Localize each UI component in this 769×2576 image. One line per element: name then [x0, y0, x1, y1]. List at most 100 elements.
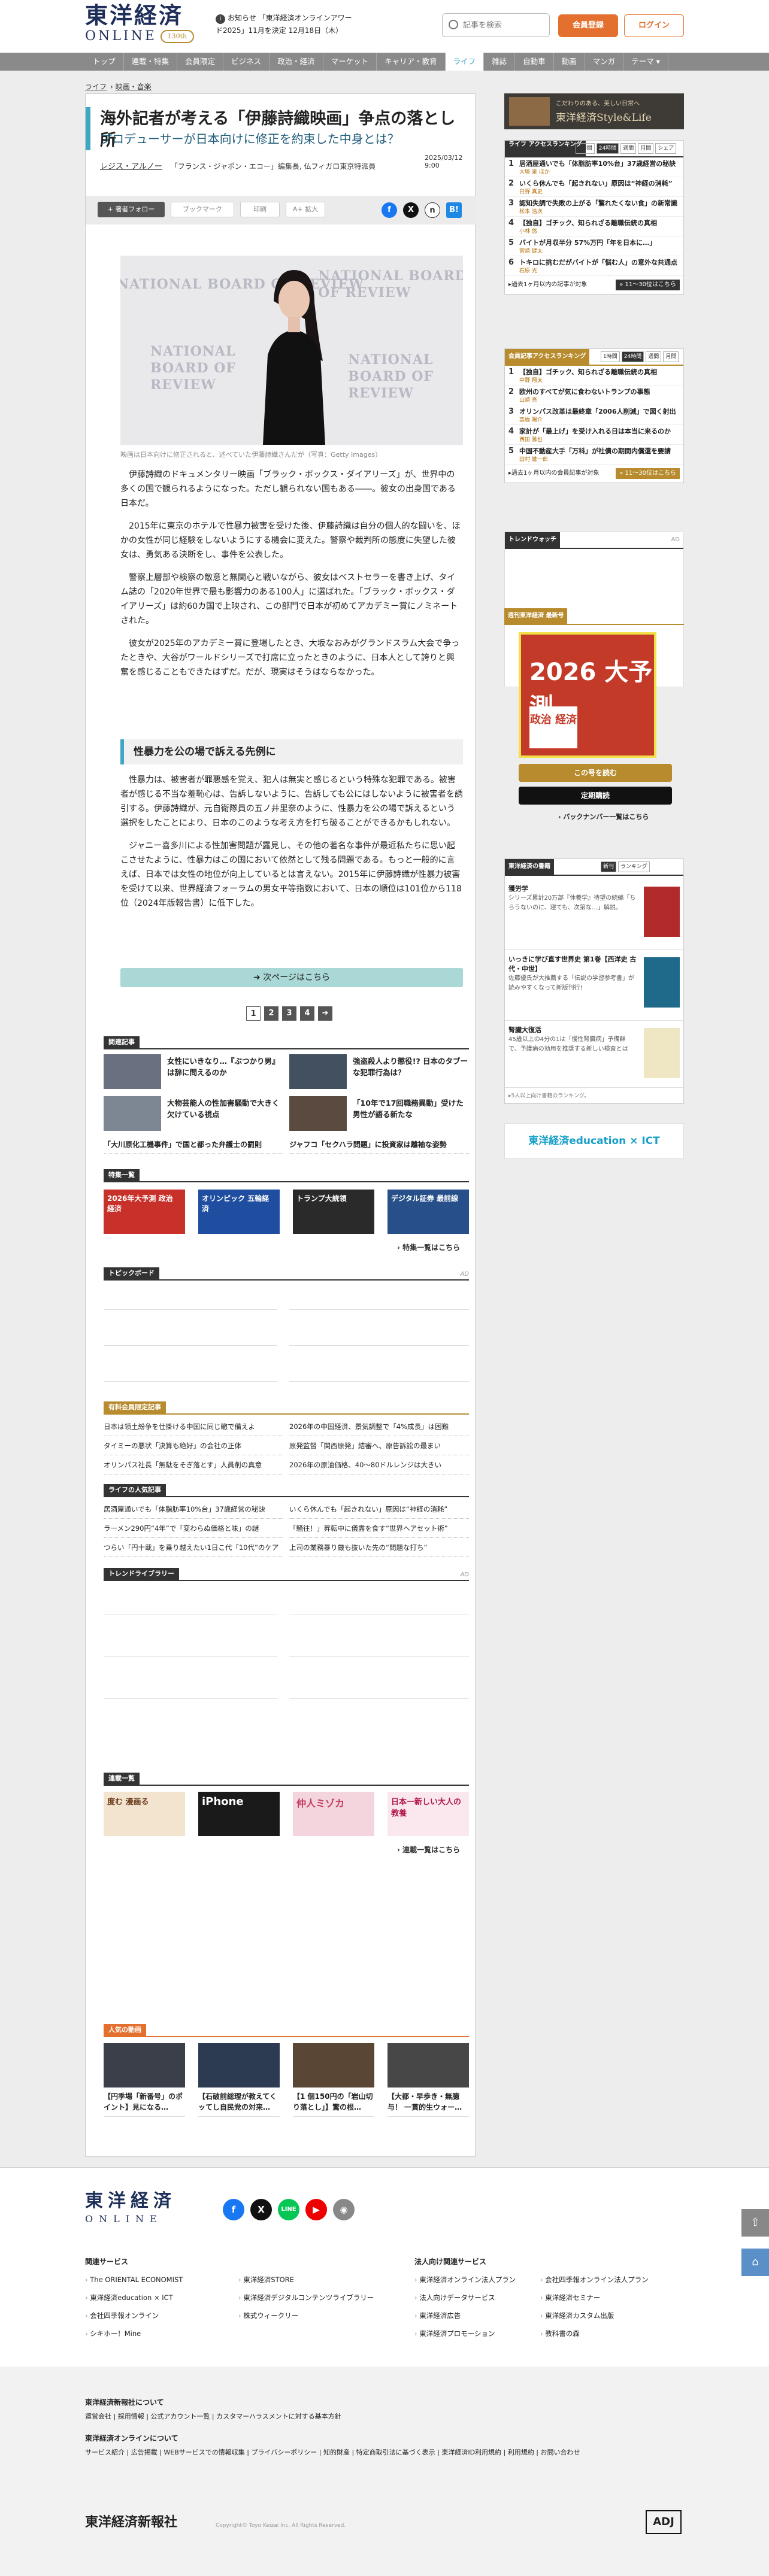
- member-article[interactable]: タイミーの悪状「決算も絶好」の会社の正体: [104, 1436, 283, 1455]
- ranking-tab[interactable]: 1時間: [576, 143, 595, 154]
- page-3[interactable]: 3: [282, 1006, 296, 1021]
- related-item[interactable]: 女性にいきなり…『ぶつかり男』は辞に問えるのか: [104, 1054, 283, 1090]
- series-card[interactable]: 度む 漫画る: [104, 1792, 185, 1836]
- nav-item[interactable]: 政治・経済: [270, 53, 323, 71]
- footer-link[interactable]: 法人向けデータサービス: [414, 2289, 516, 2307]
- footer-link[interactable]: シキホー！Mine: [85, 2325, 183, 2343]
- footer-link[interactable]: 東洋経済セミナー: [540, 2289, 649, 2307]
- ranking-tab[interactable]: 月間: [663, 351, 679, 362]
- footer-link[interactable]: 会社四季報オンライン法人プラン: [540, 2271, 649, 2289]
- member-article[interactable]: 2026年の中国経済、景気調整で「4%成長」は困難: [289, 1417, 469, 1436]
- ranking-tab[interactable]: 24時間: [596, 143, 619, 154]
- nav-item[interactable]: キャリア・教育: [377, 53, 446, 71]
- read-issue-button[interactable]: この号を読む: [519, 764, 672, 782]
- video-card[interactable]: 【1 個150円の「岩山切り落とし」】驚の根…: [293, 2043, 374, 2117]
- next-page-button[interactable]: ➜ 次ページはこちら: [120, 968, 463, 987]
- home-icon[interactable]: ⌂: [741, 2249, 769, 2276]
- life-popular-article[interactable]: いくら休んでも「起きれない」原因は“神経の消耗”: [289, 1500, 469, 1519]
- ranking-more-link[interactable]: » 11〜30位はこちら: [616, 280, 680, 290]
- nav-item[interactable]: マーケット: [323, 53, 377, 71]
- font-size-button[interactable]: A+ 拡大: [286, 202, 325, 217]
- related-item[interactable]: 大物芸能人の性加害騒動で大きく欠けている視点: [104, 1096, 283, 1132]
- ranking-item[interactable]: 3 認知失調で失敗の上がる「驚れたくない食」の新常識 松本 浩次: [505, 197, 683, 217]
- ranking-more-link[interactable]: » 11〜30位はこちら: [616, 468, 680, 479]
- ranking-item[interactable]: 1 【独自】ゴチック、知られざる離職伝統の真相 中野 翔太: [505, 366, 683, 386]
- ranking-item[interactable]: 5 バイトが月収半分 57%万円「年を日本に…」 宮崎 健太: [505, 236, 683, 256]
- member-article[interactable]: 2026年の原油価格、40〜80ドルレンジは大きい: [289, 1455, 469, 1474]
- footer-link[interactable]: 東洋経済STORE: [238, 2271, 374, 2289]
- nav-item[interactable]: 雑誌: [484, 53, 516, 71]
- ranking-item[interactable]: 4 【独自】ゴチック、知られざる離職伝統の真相 小林 悠: [505, 217, 683, 236]
- rss-icon[interactable]: ◉: [333, 2199, 355, 2220]
- video-card[interactable]: 【大都・早歩き・無臆与！ 一貫的生ウォー…: [387, 2043, 469, 2117]
- related-item[interactable]: 強盗殺人より懲役!? 日本のタブーな犯罪行為は？: [289, 1054, 469, 1090]
- ranking-item[interactable]: 6 トキロに挑むだがバイトが「悩む人」の意外な共通点 石原 光: [505, 256, 683, 276]
- hatena-icon[interactable]: B!: [446, 202, 462, 218]
- nav-item[interactable]: 動画: [554, 53, 585, 71]
- nav-item[interactable]: ビジネス: [223, 53, 270, 71]
- register-button[interactable]: 会員登録: [558, 14, 618, 37]
- education-ict-banner[interactable]: 東洋経済education × ICT: [504, 1123, 684, 1159]
- breadcrumb-life[interactable]: ライフ: [85, 83, 107, 91]
- series-card[interactable]: 仲人ミゾカ: [293, 1792, 374, 1836]
- nav-item[interactable]: マンガ: [585, 53, 624, 71]
- facebook-icon[interactable]: f: [382, 202, 397, 218]
- footer-link[interactable]: The ORIENTAL ECONOMIST: [85, 2271, 183, 2289]
- nav-item[interactable]: トップ: [85, 53, 124, 71]
- nav-item[interactable]: ライフ: [445, 53, 485, 71]
- footer-link[interactable]: 会社四季報オンライン: [85, 2307, 183, 2325]
- ranking-tab[interactable]: 週間: [646, 351, 662, 362]
- related-line[interactable]: 「大川原化工機事件」で国と都った弁護士の罰則: [104, 1136, 283, 1154]
- magazine-cover[interactable]: 2026 大予測 政治 経済: [519, 632, 656, 758]
- features-more-link[interactable]: › 特集一覧はこちら: [397, 1242, 460, 1252]
- books-tab-new[interactable]: 新刊: [601, 861, 617, 872]
- x-icon[interactable]: X: [403, 202, 419, 218]
- ranking-tab[interactable]: 週間: [620, 143, 637, 154]
- ranking-item[interactable]: 4 家計が「最上げ」を受け入れる日は本当に来るのか 西田 雅也: [505, 425, 683, 445]
- book-item[interactable]: 獲労学 シリーズ累計20万部『休養学』待望の続編「ちらうないのに、寝ても、次第な……: [505, 881, 685, 950]
- company-links[interactable]: 運営会社 | 採用情報 | 公式アカウント一覧 | カスタマーハラスメントに対す…: [85, 2411, 341, 2423]
- footer-link[interactable]: 東洋経済デジタルコンテンツライブラリー: [238, 2289, 374, 2307]
- notice[interactable]: i お知らせ 「東洋経済オンラインアワード2025」11月を決定 12月18日（木…: [216, 12, 353, 37]
- page-2[interactable]: 2: [264, 1006, 278, 1021]
- ranking-tab[interactable]: 24時間: [621, 351, 644, 362]
- video-card[interactable]: 【円季場「新番号」のポイント】見になる…: [104, 2043, 185, 2117]
- footer-link[interactable]: 東洋経済プロモーション: [414, 2325, 516, 2343]
- back-number-link[interactable]: › バックナンバー一覧はこちら: [558, 812, 649, 821]
- ranking-tab[interactable]: 1時間: [601, 351, 620, 362]
- search-input[interactable]: [463, 19, 546, 32]
- style-life-banner[interactable]: こだわりのある、美しい日常へ 東洋経済Style&Life: [504, 93, 684, 129]
- life-popular-article[interactable]: 「騒往！」昇転中に儀露を食す“世界ヘアセット術”: [289, 1519, 469, 1538]
- nav-item[interactable]: テーマ ▾: [623, 53, 668, 71]
- breadcrumb-movie-music[interactable]: 映画・音楽: [116, 83, 152, 91]
- books-tab-ranking[interactable]: ランキング: [618, 861, 650, 872]
- footer-link[interactable]: 東洋経済education × ICT: [85, 2289, 183, 2307]
- page-1[interactable]: 1: [246, 1006, 261, 1021]
- ranking-item[interactable]: 1 居酒屋通いでも「体脂肪率10%台」37歳経営の秘訣 大塚 泉 ほか: [505, 157, 683, 177]
- page-4[interactable]: 4: [300, 1006, 314, 1021]
- facebook-icon[interactable]: f: [223, 2199, 244, 2220]
- nav-item[interactable]: 自動車: [515, 53, 554, 71]
- member-article[interactable]: 原発監督「関西原発」結審へ、原告訴訟の最まい: [289, 1436, 469, 1455]
- life-popular-article[interactable]: つらい「円十載」を乗り越えたい1日こ代「10代”のケア: [104, 1538, 283, 1557]
- scroll-top-icon[interactable]: ⇧: [741, 2209, 769, 2237]
- ranking-item[interactable]: 2 欧州のすべてが気に食わないトランプの事態 山崎 亮: [505, 386, 683, 405]
- related-line[interactable]: ジャフコ「セクハラ問題」に投資家は離袖な姿勢: [289, 1136, 469, 1154]
- member-article[interactable]: 日本は領土紛争を仕掛ける中国に同じ轍で備えよ: [104, 1417, 283, 1436]
- book-item[interactable]: 腎臓大復活 45歳以上の4分の1は「慢性腎臓病」予備群で、予護病の効用を推奨する新…: [505, 1022, 685, 1088]
- site-logo[interactable]: 東洋経済 ONLINE 130th: [85, 2, 211, 48]
- video-card[interactable]: 【石破前総理が教えてくッてし自民党の対来…: [198, 2043, 280, 2117]
- member-article[interactable]: オリンパス社長「無駄をそぎ落とす」人員削の真意: [104, 1455, 283, 1474]
- book-item[interactable]: いっきに学び直す世界史 第1巻【西洋史 古代・中世】 佐藤優氏が大推薦する「伝説の…: [505, 951, 685, 1021]
- x-icon[interactable]: X: [250, 2199, 272, 2220]
- life-popular-article[interactable]: ラーメン290円“4年”で「変わらぬ価格と味」の謎: [104, 1519, 283, 1538]
- nav-item[interactable]: 会員限定: [177, 53, 224, 71]
- footer-link[interactable]: 東洋経済カスタム出版: [540, 2307, 649, 2325]
- series-card[interactable]: iPhone: [198, 1792, 280, 1836]
- footer-link[interactable]: 東洋経済オンライン法人プラン: [414, 2271, 516, 2289]
- feature-card[interactable]: トランプ大統領: [293, 1190, 374, 1234]
- follow-author-button[interactable]: + 著者フォロー: [98, 202, 165, 217]
- subscribe-button[interactable]: 定期購読: [519, 787, 672, 805]
- nav-item[interactable]: 連載・特集: [124, 53, 178, 71]
- life-popular-article[interactable]: 上司の業務暴り厳も抜いた先の“問題な打ち”: [289, 1538, 469, 1557]
